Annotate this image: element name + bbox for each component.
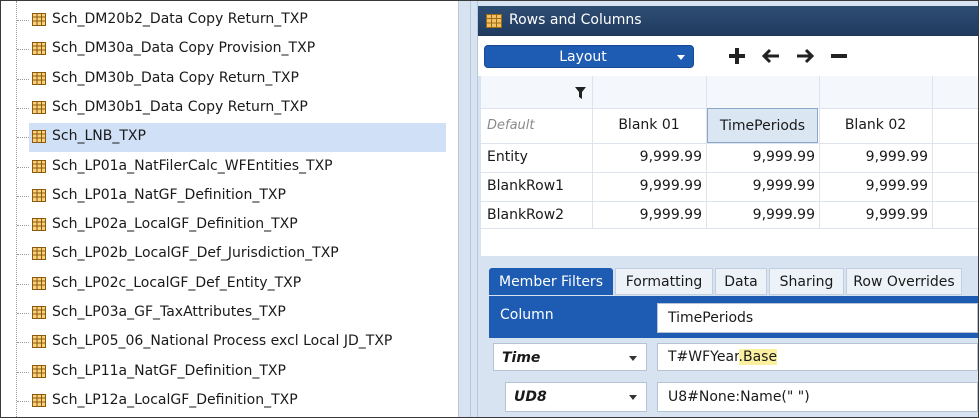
tree-item[interactable]: Sch_LP03a_GF_TaxAttributes_TXP — [1, 299, 446, 328]
tree-item[interactable]: Sch_LP01a_NatGF_Definition_TXP — [1, 182, 446, 211]
cell-value: 9,999.99 — [752, 178, 815, 194]
tree-item-label: Sch_DM30b_Data Copy Return_TXP — [52, 69, 299, 86]
tree-item-label: Sch_LP02c_LocalGF_Def_Entity_TXP — [52, 274, 302, 291]
tree-item-label: Sch_LP12a_LocalGF_Definition_TXP — [52, 391, 298, 408]
time-filter-row: Time T#WFYear.Base — [489, 338, 978, 376]
layout-label: Layout — [559, 49, 607, 65]
chevron-down-icon — [629, 356, 637, 361]
table-icon — [32, 13, 46, 26]
tab-member-filters[interactable]: Member Filters — [489, 268, 613, 295]
table-icon — [32, 100, 46, 114]
cell-value: 9,999.99 — [865, 149, 928, 165]
tree-item-label: Sch_LP02a_LocalGF_Definition_TXP — [52, 216, 298, 233]
tab-data[interactable]: Data — [715, 268, 767, 295]
table-icon — [32, 71, 46, 85]
table-icon — [32, 276, 46, 290]
column-name-field[interactable]: TimePeriods — [657, 303, 978, 333]
table-icon — [32, 393, 46, 407]
column-label: Column — [500, 307, 554, 323]
tree-item[interactable]: Sch_LP02b_LocalGF_Def_Jurisdiction_TXP — [1, 240, 446, 269]
ud8-filter-field[interactable]: U8#None:Name(" ") — [657, 382, 978, 412]
cell-value: 9,999.99 — [865, 178, 928, 194]
tree-item[interactable]: Sch_LP05_06_National Process excl Local … — [1, 328, 446, 357]
table-icon — [32, 188, 46, 202]
tree-item[interactable]: Sch_DM30a_Data Copy Provision_TXP — [1, 35, 446, 64]
cell-value: 9,999.99 — [639, 149, 702, 165]
tree-panel: Sch_DM20b2_Data Copy Return_TXP Sch_DM30a… — [1, 1, 458, 417]
tree-item[interactable]: Sch_DM30b1_Data Copy Return_TXP — [1, 94, 446, 123]
row-header-blankrow1[interactable]: BlankRow1 — [487, 172, 564, 201]
tree-item[interactable]: Sch_LP02c_LocalGF_Def_Entity_TXP — [1, 270, 446, 299]
chevron-down-icon — [677, 55, 685, 60]
column-header-blank02[interactable]: Blank 02 — [819, 108, 932, 143]
tree-item[interactable]: Sch_DM20b2_Data Copy Return_TXP — [1, 6, 446, 35]
default-label: Default — [487, 118, 535, 133]
cell-value: 9,999.99 — [639, 207, 702, 223]
tree-item-label: Sch_DM30b1_Data Copy Return_TXP — [52, 98, 308, 115]
tree-item-label: Sch_LP01a_NatGF_Definition_TXP — [52, 186, 286, 203]
tree-item-label: Sch_LP03a_GF_TaxAttributes_TXP — [52, 304, 286, 320]
tree-item-label: Sch_LNB_TXP — [52, 128, 146, 145]
panel-title: Rows and Columns — [509, 12, 642, 28]
table-icon — [32, 218, 46, 232]
cell-value: 9,999.99 — [639, 178, 702, 194]
column-header-blank01[interactable]: Blank 01 — [592, 108, 706, 143]
toolbar: Layout — [478, 36, 978, 76]
tree-item[interactable]: Sch_LNB_TXP — [1, 123, 446, 153]
arrow-left-icon[interactable] — [762, 47, 780, 65]
rows-columns-panel: Rows and Columns Layout Default Blank 01… — [478, 1, 978, 417]
tree-item-label: Sch_LP02b_LocalGF_Def_Jurisdiction_TXP — [52, 245, 339, 262]
panel-splitter[interactable] — [458, 1, 478, 417]
tree-item-label: Sch_LP01a_NatFilerCalc_WFEntities_TXP — [52, 157, 333, 174]
table-icon — [32, 364, 46, 378]
table-icon — [32, 306, 46, 319]
time-filter-field[interactable]: T#WFYear.Base — [657, 343, 978, 371]
table-icon — [32, 159, 46, 173]
column-header-timeperiods[interactable]: TimePeriods — [707, 108, 818, 143]
plus-icon[interactable] — [728, 47, 746, 65]
row-header-entity[interactable]: Entity — [487, 143, 528, 172]
filter-row — [481, 76, 978, 108]
tree-item[interactable]: Sch_LP12a_LocalGF_Definition_TXP — [1, 387, 446, 416]
tree-item-label: Sch_DM30a_Data Copy Provision_TXP — [52, 40, 316, 57]
dimension-select-time[interactable]: Time — [493, 343, 647, 371]
tab-sharing[interactable]: Sharing — [769, 268, 844, 295]
cell-value: 9,999.99 — [752, 207, 815, 223]
row-header-blankrow2[interactable]: BlankRow2 — [487, 201, 564, 230]
table-icon — [32, 247, 46, 261]
tree-item[interactable]: Sch_DM30b_Data Copy Return_TXP — [1, 65, 446, 94]
member-filters-panel: Column TimePeriods Time T#WFYear.Base UD… — [489, 296, 978, 417]
ud8-filter-row: UD8 U8#None:Name(" ") — [489, 376, 978, 417]
panel-header: Rows and Columns — [478, 6, 978, 36]
filter-icon[interactable] — [575, 87, 586, 99]
tree-item[interactable]: Sch_LP11a_NatGF_Definition_TXP — [1, 358, 446, 387]
table-icon — [32, 130, 46, 144]
cell-value: 9,999.99 — [752, 149, 815, 165]
dimension-select-ud8[interactable]: UD8 — [505, 382, 647, 412]
tree-item-label: Sch_DM20b2_Data Copy Return_TXP — [52, 11, 308, 27]
chevron-down-icon — [629, 395, 637, 400]
table-icon — [32, 42, 46, 56]
minus-icon[interactable] — [830, 47, 848, 65]
table-icon — [32, 335, 46, 349]
layout-grid: Default Blank 01 TimePeriods Blank 02 En… — [481, 76, 978, 256]
tab-bar: Member Filters Formatting Data Sharing R… — [478, 259, 978, 296]
tab-row-overrides[interactable]: Row Overrides — [846, 268, 962, 295]
tab-formatting[interactable]: Formatting — [615, 268, 713, 295]
tree-item-label: Sch_LP11a_NatGF_Definition_TXP — [52, 362, 286, 379]
highlighted-text: .Base — [738, 349, 778, 365]
window: Sch_DM20b2_Data Copy Return_TXP Sch_DM30a… — [0, 0, 979, 418]
layout-dropdown[interactable]: Layout — [484, 45, 694, 68]
tree-item-label: Sch_LP05_06_National Process excl Local … — [52, 333, 393, 350]
grid-icon — [486, 14, 502, 28]
cell-value: 9,999.99 — [865, 207, 928, 223]
tree-item[interactable]: Sch_LP02a_LocalGF_Definition_TXP — [1, 211, 446, 240]
arrow-right-icon[interactable] — [796, 47, 814, 65]
tree-item[interactable]: Sch_LP01a_NatFilerCalc_WFEntities_TXP — [1, 153, 446, 182]
column-row: Column TimePeriods — [489, 296, 978, 338]
